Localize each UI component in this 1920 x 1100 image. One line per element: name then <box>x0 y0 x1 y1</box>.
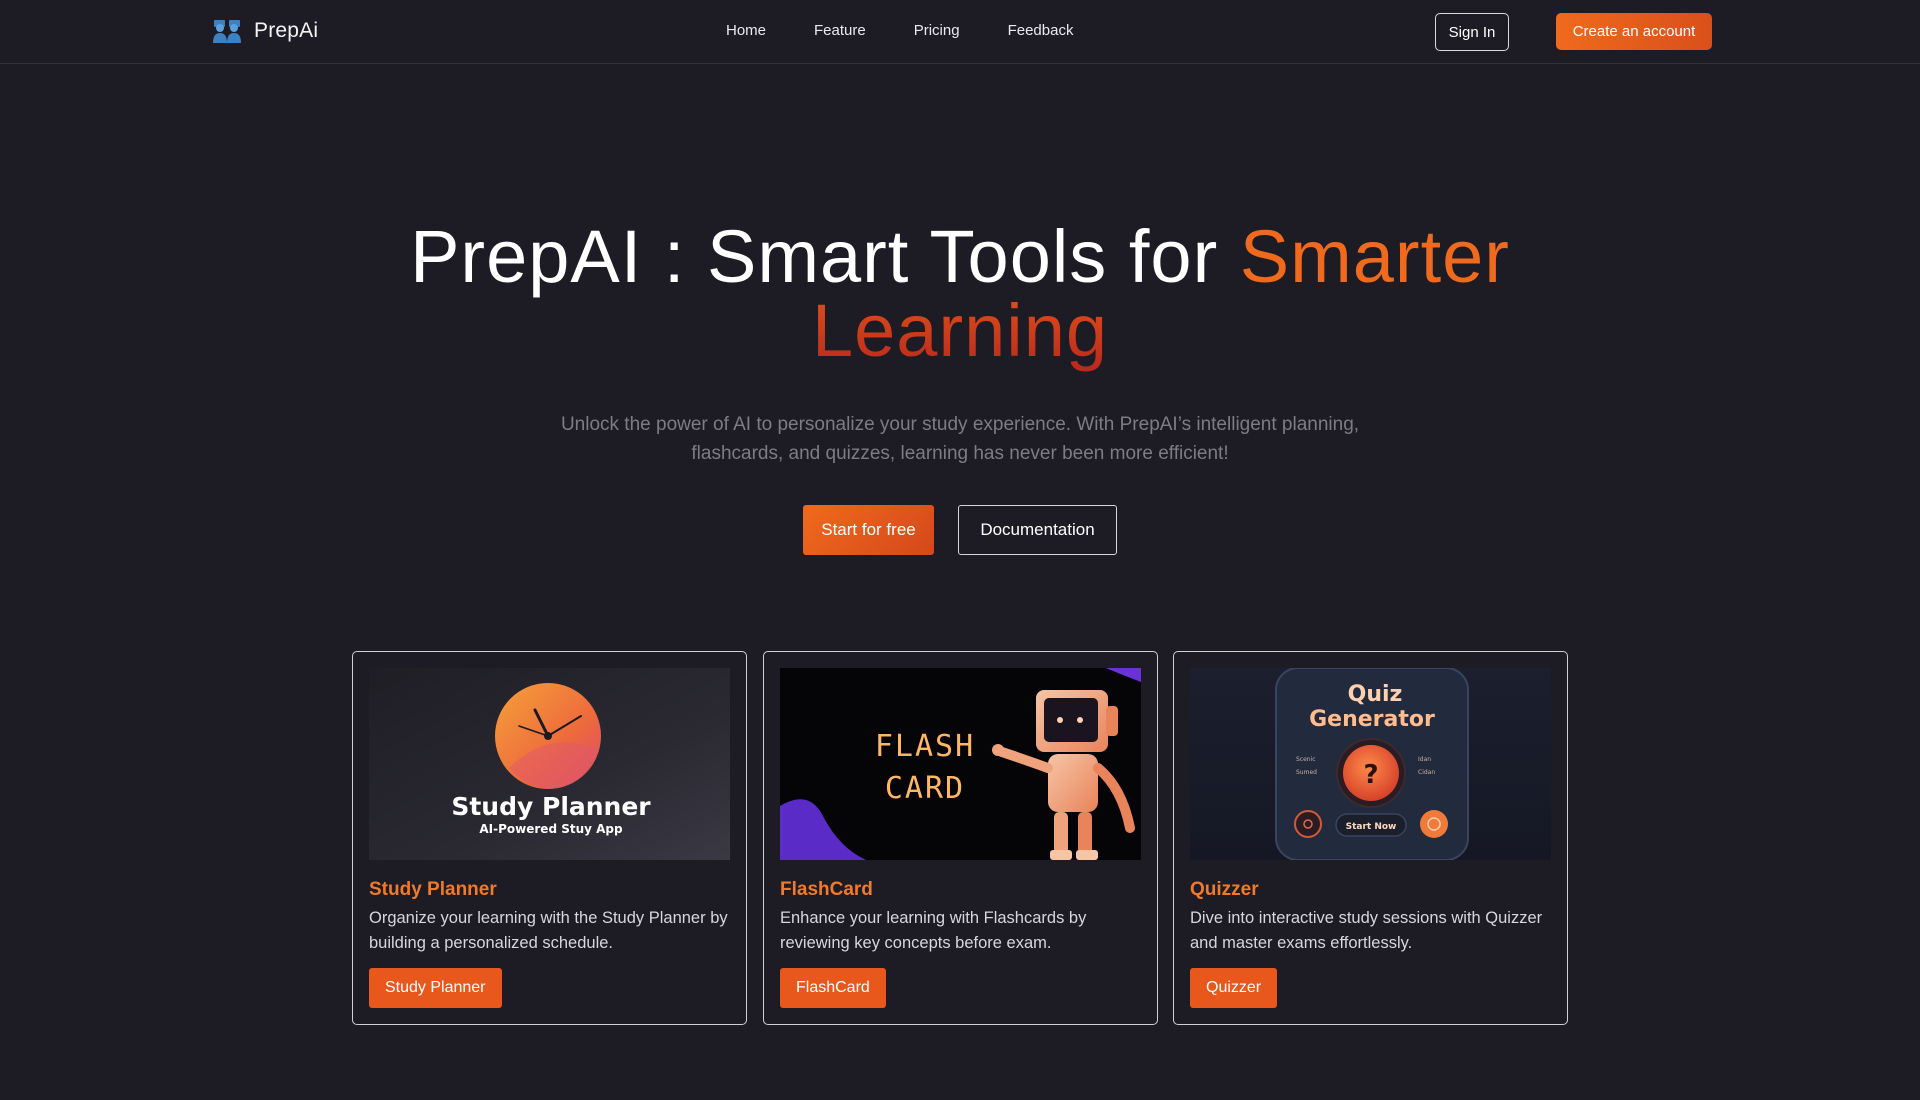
robot-illustration: FLASH CARD <box>780 668 1141 860</box>
study-planner-image-subtitle: AI-Powered Stuy App <box>479 822 623 836</box>
feature-card-flashcard: FLASH CARD FlashCard Enhance your learni… <box>763 651 1158 1025</box>
study-planner-button[interactable]: Study Planner <box>369 968 502 1008</box>
card-title: Quizzer <box>1190 879 1259 900</box>
card-description: Organize your learning with the Study Pl… <box>369 909 728 952</box>
clock-illustration: Study Planner AI-Powered Stuy App <box>369 668 730 860</box>
quiz-image-title-2: Generator <box>1309 707 1435 732</box>
quizzer-image: Quiz Generator ? Scenic Sumed Idan Cidan… <box>1190 668 1551 860</box>
hero-title-accent-2: Learning <box>811 289 1108 372</box>
create-account-button[interactable]: Create an account <box>1556 13 1712 50</box>
nav-link-feedback[interactable]: Feedback <box>1008 22 1074 39</box>
brand[interactable]: PrepAi <box>212 16 318 46</box>
flashcard-image: FLASH CARD <box>780 668 1141 860</box>
hero-title-accent: Smarter <box>1239 215 1510 298</box>
quiz-image-question-mark: ? <box>1363 760 1378 790</box>
quiz-image-start-now: Start Now <box>1346 822 1397 832</box>
nav-link-home[interactable]: Home <box>726 22 766 39</box>
nav-link-feature[interactable]: Feature <box>814 22 866 39</box>
quiz-image-right-2: Cidan <box>1418 769 1435 776</box>
card-title: FlashCard <box>780 879 873 900</box>
flashcard-image-line2: CARD <box>885 771 965 806</box>
hero-title-main: PrepAI : Smart Tools for <box>410 215 1240 298</box>
feature-card-study-planner: Study Planner AI-Powered Stuy App Study … <box>352 651 747 1025</box>
start-for-free-button[interactable]: Start for free <box>803 505 934 555</box>
study-planner-image: Study Planner AI-Powered Stuy App <box>369 668 730 860</box>
quiz-image-left-2: Sumed <box>1296 769 1317 776</box>
card-title: Study Planner <box>369 879 497 900</box>
quiz-image-left-1: Scenic <box>1296 756 1316 763</box>
study-planner-image-title: Study Planner <box>451 792 651 821</box>
flashcard-image-line1: FLASH <box>875 729 975 764</box>
top-navbar: PrepAi Home Feature Pricing Feedback Sig… <box>0 0 1920 64</box>
nav-link-pricing[interactable]: Pricing <box>914 22 960 39</box>
card-description: Enhance your learning with Flashcards by… <box>780 909 1087 952</box>
quiz-generator-illustration: Quiz Generator ? Scenic Sumed Idan Cidan… <box>1190 668 1551 860</box>
hero-subtitle: Unlock the power of AI to personalize yo… <box>560 414 1360 464</box>
quiz-image-title-1: Quiz <box>1348 682 1403 707</box>
documentation-button[interactable]: Documentation <box>958 505 1117 555</box>
hero-title: PrepAI : Smart Tools for Smarter Learnin… <box>0 220 1920 368</box>
quizzer-button[interactable]: Quizzer <box>1190 968 1278 1008</box>
card-description: Dive into interactive study sessions wit… <box>1190 909 1543 952</box>
brand-name: PrepAi <box>254 19 319 42</box>
quiz-image-right-1: Idan <box>1418 756 1431 763</box>
feature-card-quizzer: Quiz Generator ? Scenic Sumed Idan Cidan… <box>1173 651 1568 1025</box>
sign-in-button[interactable]: Sign In <box>1435 13 1509 51</box>
flashcard-button[interactable]: FlashCard <box>780 968 886 1008</box>
students-logo-icon <box>213 20 241 43</box>
main-nav: Home Feature Pricing Feedback <box>726 22 1073 39</box>
